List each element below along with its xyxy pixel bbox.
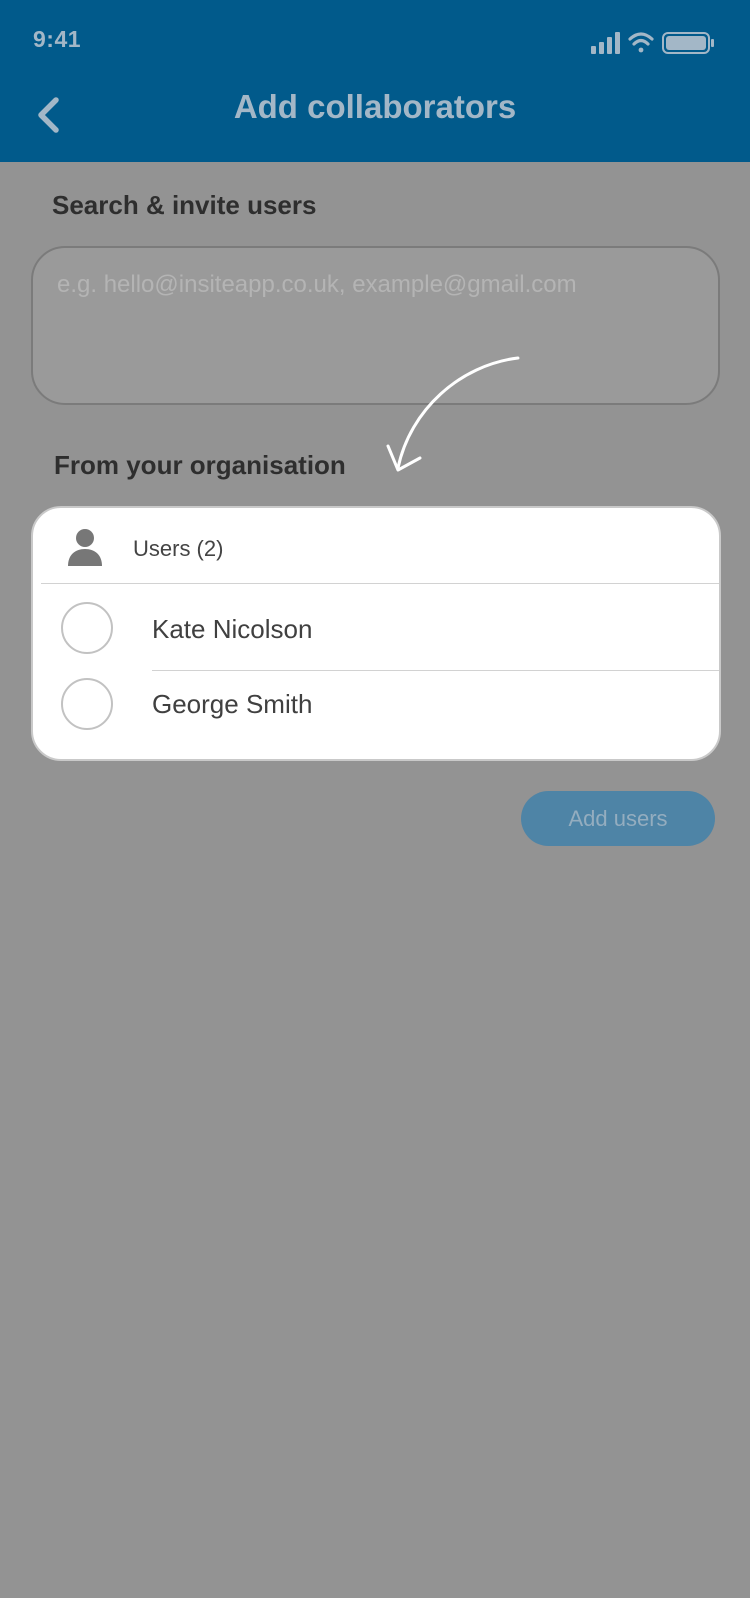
- search-input[interactable]: e.g. hello@insiteapp.co.uk, example@gmai…: [31, 246, 720, 405]
- search-section-label: Search & invite users: [52, 190, 317, 220]
- user-radio[interactable]: [61, 678, 113, 730]
- users-group-label: Users (2): [133, 536, 224, 561]
- user-icon: [68, 529, 102, 566]
- organisation-section-label: From your organisation: [54, 450, 346, 480]
- user-name: George Smith: [152, 689, 313, 719]
- cellular-signal-icon: [591, 32, 620, 54]
- status-time: 9:41: [33, 26, 82, 52]
- organisation-users-card: Users (2) Kate Nicolson George Smith: [31, 506, 721, 761]
- wifi-icon: [628, 32, 654, 53]
- divider: [41, 583, 719, 584]
- user-name: Kate Nicolson: [152, 614, 313, 644]
- nav-header: 9:41 Add collaborators: [0, 0, 750, 162]
- add-users-button[interactable]: Add users: [521, 791, 715, 846]
- users-group-header[interactable]: Users (2): [33, 508, 719, 584]
- user-row[interactable]: Kate Nicolson: [33, 586, 719, 666]
- hint-arrow-icon: [386, 356, 520, 472]
- status-icons: [591, 32, 714, 54]
- search-placeholder: e.g. hello@insiteapp.co.uk, example@gmai…: [57, 271, 577, 298]
- page-title: Add collaborators: [233, 88, 517, 125]
- user-radio[interactable]: [61, 602, 113, 654]
- battery-icon: [662, 32, 714, 54]
- user-row[interactable]: George Smith: [33, 671, 719, 751]
